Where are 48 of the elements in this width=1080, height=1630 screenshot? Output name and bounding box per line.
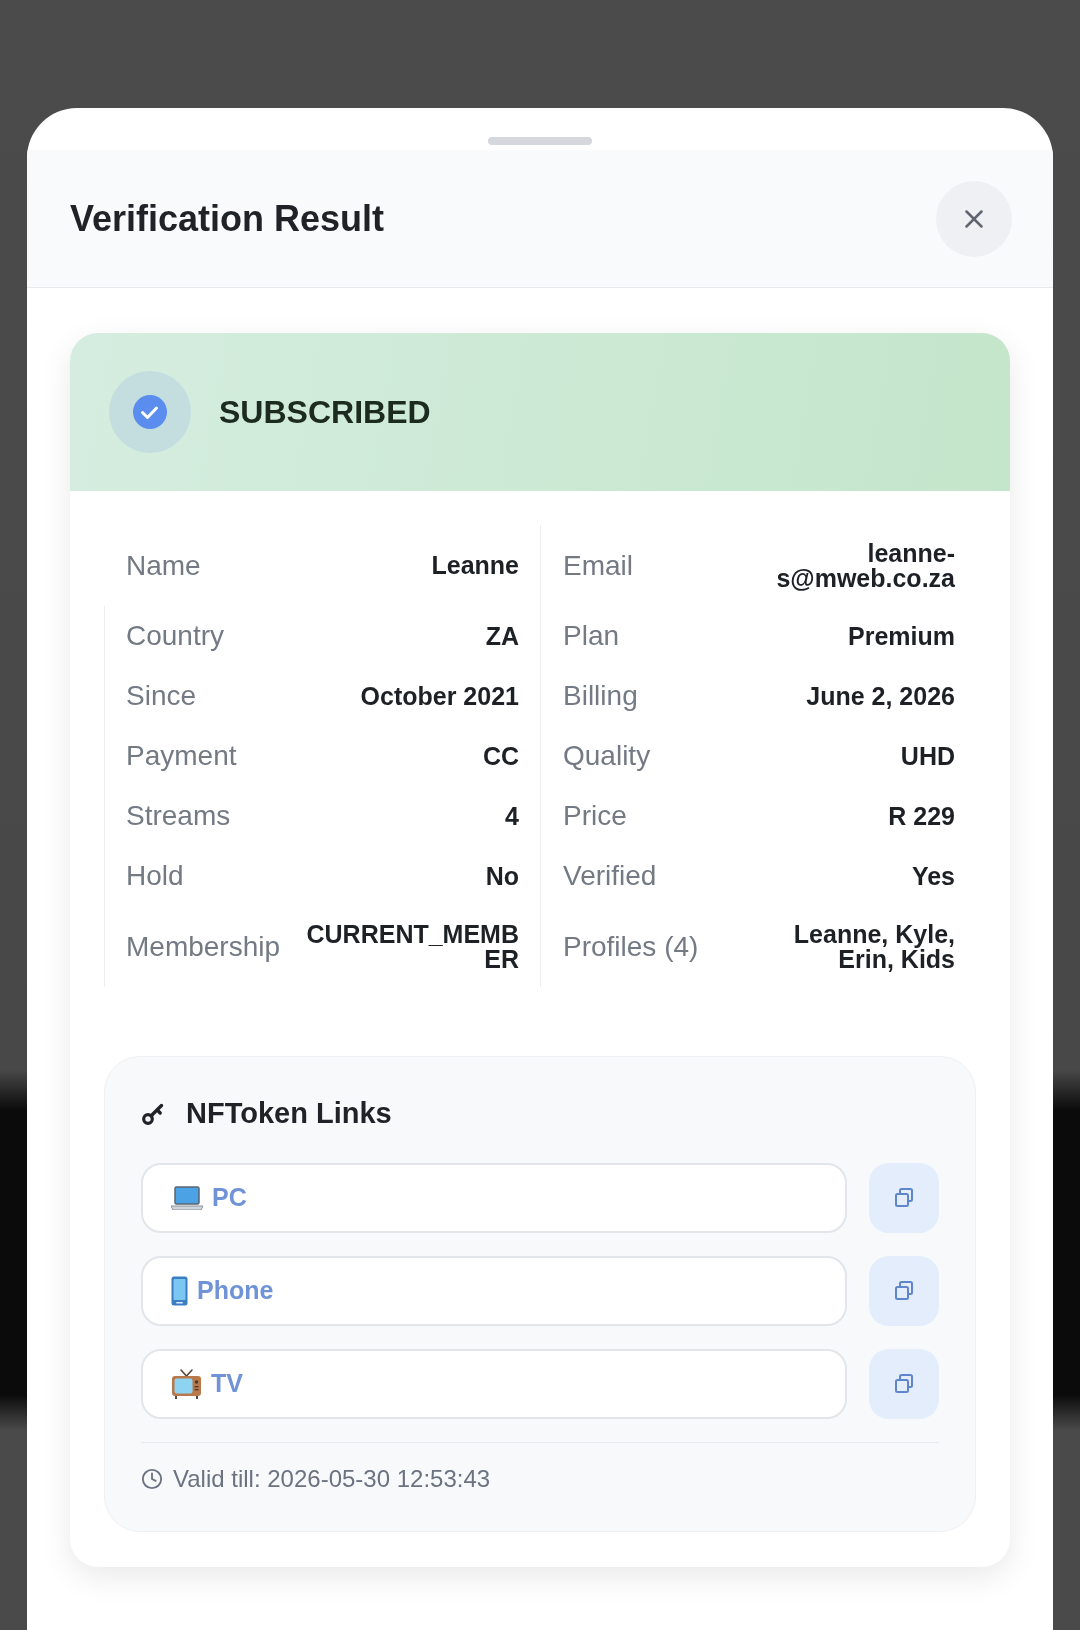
detail-label: Plan — [563, 622, 620, 650]
drag-handle[interactable] — [488, 137, 592, 145]
detail-label: Quality — [563, 742, 651, 770]
detail-value: leanne-s@mweb.co.za — [775, 541, 955, 590]
detail-label: Since — [126, 682, 197, 710]
device-link[interactable]: TV — [141, 1349, 847, 1419]
check-icon — [109, 371, 191, 453]
sheet-title: Verification Result — [70, 196, 385, 241]
laptop-icon — [171, 1186, 203, 1210]
copy-icon — [892, 1186, 916, 1210]
copy-button[interactable] — [869, 1349, 939, 1419]
copy-button[interactable] — [869, 1163, 939, 1233]
detail-value: No — [484, 863, 519, 889]
detail-label: Price — [563, 802, 627, 830]
detail-label: Name — [126, 551, 201, 580]
copy-icon — [892, 1372, 916, 1396]
phone-icon — [171, 1276, 188, 1306]
detail-label: Streams — [126, 802, 231, 830]
detail-value: Leanne — [430, 553, 519, 578]
detail-value: October 2021 — [359, 683, 519, 709]
device-link[interactable]: Phone — [141, 1256, 847, 1326]
copy-button[interactable] — [869, 1256, 939, 1326]
detail-value: ZA — [484, 623, 519, 649]
detail-value: Yes — [910, 863, 955, 889]
detail-label: Membership — [126, 932, 281, 961]
detail-value: 4 — [504, 803, 519, 829]
detail-value: CURRENT_MEMBER — [305, 922, 519, 971]
key-icon — [141, 1102, 165, 1126]
detail-label: Country — [126, 622, 225, 650]
detail-value: UHD — [899, 743, 955, 769]
detail-label: Email — [563, 551, 633, 580]
detail-value: June 2, 2026 — [805, 683, 955, 709]
detail-value: CC — [481, 743, 519, 769]
detail-value: R 229 — [887, 803, 955, 829]
detail-label: Profiles (4) — [563, 932, 699, 961]
detail-value: Leanne, Kyle, Erin, Kids — [792, 922, 955, 971]
detail-label: Payment — [126, 742, 237, 770]
device-link[interactable]: PC — [141, 1163, 847, 1233]
detail-label: Verified — [563, 862, 657, 890]
tv-icon — [171, 1368, 202, 1400]
valid-till-text: Valid till: 2026-05-30 12:53:43 — [173, 1465, 491, 1493]
detail-value: Premium — [847, 623, 955, 649]
detail-label: Billing — [563, 682, 638, 710]
status-label: SUBSCRIBED — [219, 393, 431, 432]
clock-icon — [141, 1468, 163, 1490]
panel-title: NFToken Links — [186, 1096, 392, 1132]
copy-icon — [892, 1279, 916, 1303]
detail-label: Hold — [126, 862, 184, 890]
